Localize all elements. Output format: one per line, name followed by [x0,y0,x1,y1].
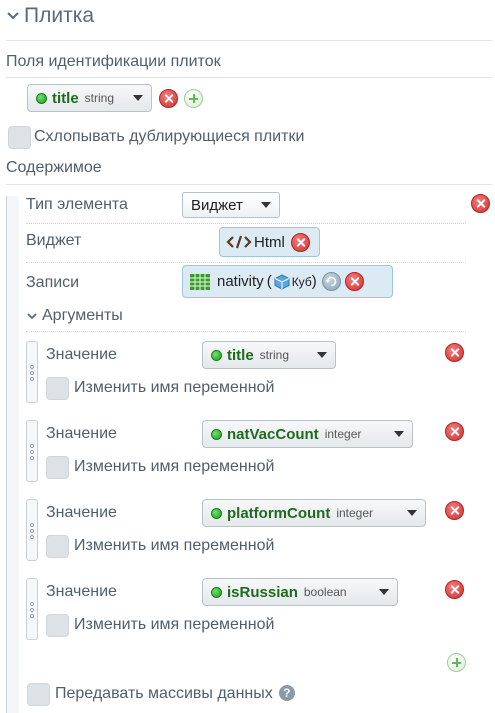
drag-handle[interactable] [26,341,38,403]
remove-content-button[interactable] [471,194,490,213]
widget-value: Html [254,233,285,251]
remove-widget-button[interactable] [290,232,310,252]
field-status-dot [211,586,222,598]
drag-handle[interactable] [26,420,38,482]
argument-item: Значение isRussian boolean Изменить имя … [26,578,466,640]
remove-id-field-button[interactable] [159,89,178,108]
argument-value-label: Значение [46,425,117,442]
chevron-down-icon [261,202,271,208]
argument-field-name: isRussian [227,583,298,601]
field-status-dot [211,349,222,361]
add-id-field-button[interactable] [184,89,203,108]
argument-item: Значение platformCount integer Изменить … [26,499,466,561]
id-field-select[interactable]: title string [27,84,152,112]
add-argument-button[interactable] [447,653,466,672]
argument-item: Значение natVacCount integer Изменить им… [26,420,466,482]
remove-records-button[interactable] [344,272,364,291]
drag-handle[interactable] [26,578,38,640]
divider [6,77,492,78]
widget-label: Виджет [26,232,82,249]
chevron-down-icon [133,95,143,101]
element-type-label: Тип элемента [26,196,128,213]
paren-open: ( [266,273,272,290]
rename-variable-checkbox[interactable] [46,377,69,400]
remove-argument-button[interactable] [445,343,464,362]
records-chip[interactable]: nativity ( Куб ) [182,265,393,298]
field-status-dot [36,92,47,104]
rename-variable-checkbox[interactable] [46,614,69,637]
divider [26,262,466,263]
divider [26,223,466,224]
remove-argument-button[interactable] [445,501,464,520]
rename-variable-checkbox[interactable] [46,456,69,479]
refresh-icon[interactable] [321,272,341,291]
chevron-down-icon [27,313,37,320]
argument-value-label: Значение [46,504,117,521]
content-group-bar [6,196,19,713]
argument-field-name: natVacCount [227,425,319,443]
field-status-dot [211,428,222,440]
help-icon[interactable]: ? [278,685,295,701]
divider [6,184,492,185]
chevron-down-icon [317,352,327,358]
collapse-duplicates-label: Схлопывать дублирующиеся плитки [34,128,305,145]
table-grid-icon [190,273,210,290]
element-type-select[interactable]: Виджет [182,192,280,218]
argument-field-name: platformCount [227,504,331,522]
element-type-value: Виджет [191,196,243,214]
records-dataset: nativity [217,273,264,290]
argument-value-label: Значение [46,346,117,363]
divider [26,331,466,332]
pass-arrays-row: Передавать массивы данных? [55,685,295,703]
widget-chip[interactable]: Html [219,227,320,257]
records-label: Записи [26,274,80,291]
field-status-dot [211,507,222,519]
collapse-duplicates-checkbox[interactable] [8,126,31,149]
argument-field-type: integer [336,506,374,520]
rename-variable-label: Изменить имя переменной [74,379,275,396]
pass-arrays-checkbox[interactable] [27,683,50,706]
argument-field-select[interactable]: platformCount integer [202,499,426,527]
id-fields-label: Поля идентификации плиток [6,53,221,70]
divider [6,40,492,41]
arguments-label: Аргументы [42,307,123,324]
arguments-header[interactable]: Аргументы [26,307,123,325]
id-field-name: title [52,89,79,107]
rename-variable-checkbox[interactable] [46,535,69,558]
rename-variable-label: Изменить имя переменной [74,616,275,633]
remove-argument-button[interactable] [445,580,464,599]
argument-value-label: Значение [46,583,117,600]
section-header[interactable]: Плитка [6,4,94,28]
paren-close: ) [311,273,317,290]
argument-field-type: string [259,348,290,362]
records-source: Куб [291,274,312,289]
argument-field-select[interactable]: isRussian boolean [202,578,398,606]
pass-arrays-label: Передавать массивы данных [55,685,273,702]
argument-field-name: title [227,346,254,364]
cube-icon [274,273,290,290]
chevron-down-icon [7,12,19,20]
section-title: Плитка [24,4,95,27]
code-icon [226,235,252,249]
argument-field-select[interactable]: natVacCount integer [202,420,413,448]
argument-item: Значение title string Изменить имя перем… [26,341,466,403]
chevron-down-icon [407,510,417,516]
argument-field-type: integer [324,427,362,441]
remove-argument-button[interactable] [445,422,464,441]
content-label: Содержимое [6,159,102,176]
chevron-down-icon [394,431,404,437]
id-field-type: string [84,91,115,105]
argument-field-select[interactable]: title string [202,341,336,369]
chevron-down-icon [379,589,389,595]
rename-variable-label: Изменить имя переменной [74,537,275,554]
rename-variable-label: Изменить имя переменной [74,458,275,475]
drag-handle[interactable] [26,499,38,561]
argument-field-type: boolean [303,585,347,599]
